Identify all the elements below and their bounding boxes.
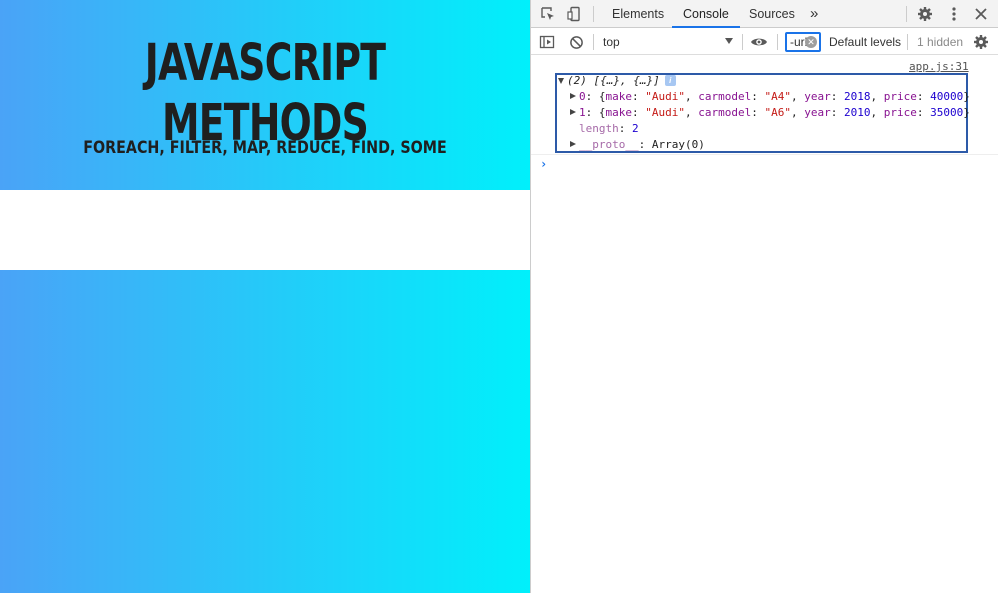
toolbar-divider <box>907 34 908 50</box>
web-page: JAVASCRIPT METHODS FOREACH, FILTER, MAP,… <box>0 0 530 593</box>
expand-triangle-icon[interactable] <box>570 93 576 99</box>
array-summary[interactable]: (2) [{…}, {…}] i <box>567 73 676 89</box>
kebab-menu-icon[interactable] <box>945 5 963 23</box>
device-toggle-icon[interactable] <box>565 5 583 23</box>
toolbar-divider <box>777 34 778 50</box>
eye-icon[interactable] <box>750 33 768 51</box>
settings-icon[interactable] <box>916 5 934 23</box>
log-levels-dropdown[interactable]: Default levels <box>829 29 901 55</box>
context-select[interactable]: top <box>603 34 737 50</box>
more-tabs-button[interactable]: » <box>810 0 818 28</box>
sidebar-icon[interactable] <box>538 33 556 51</box>
clear-console-icon[interactable] <box>567 33 585 51</box>
list-item[interactable]: 1: {make: "Audi", carmodel: "A6", year: … <box>579 105 970 121</box>
hidden-count: 1 hidden <box>917 35 964 49</box>
hero-section: JAVASCRIPT METHODS FOREACH, FILTER, MAP,… <box>0 0 530 190</box>
source-link[interactable]: app.js:31 <box>909 60 969 73</box>
toolbar-divider <box>593 34 594 50</box>
length-property: length: 2 <box>579 122 639 135</box>
devtools-tabbar: Elements Console Sources » <box>531 0 998 28</box>
proto-property[interactable]: __proto__: Array(0) <box>579 137 705 153</box>
collapse-triangle-icon[interactable] <box>558 78 564 84</box>
chevron-down-icon <box>725 38 733 44</box>
expand-triangle-icon[interactable] <box>570 141 576 147</box>
console-filter-bar: top -url ✕ Default levels 1 hidden <box>531 29 998 55</box>
tab-elements[interactable]: Elements <box>612 0 664 28</box>
tab-sources[interactable]: Sources <box>749 0 795 28</box>
gradient-band <box>0 270 530 593</box>
expand-triangle-icon[interactable] <box>570 109 576 115</box>
list-item[interactable]: 0: {make: "Audi", carmodel: "A4", year: … <box>579 89 970 105</box>
console-prompt[interactable]: › <box>540 157 547 171</box>
close-icon[interactable] <box>972 5 990 23</box>
toolbar-divider <box>906 6 907 22</box>
log-divider <box>531 154 998 155</box>
inspect-icon[interactable] <box>539 5 557 23</box>
tab-console[interactable]: Console <box>672 0 740 28</box>
devtools-panel: Elements Console Sources » top -url ✕ De… <box>530 0 998 593</box>
toolbar-divider <box>742 34 743 50</box>
page-subtitle: FOREACH, FILTER, MAP, REDUCE, FIND, SOME <box>83 138 447 158</box>
clear-filter-icon[interactable]: ✕ <box>805 36 817 48</box>
console-settings-icon[interactable] <box>972 33 990 51</box>
info-icon: i <box>664 75 676 86</box>
toolbar-divider <box>593 6 594 22</box>
